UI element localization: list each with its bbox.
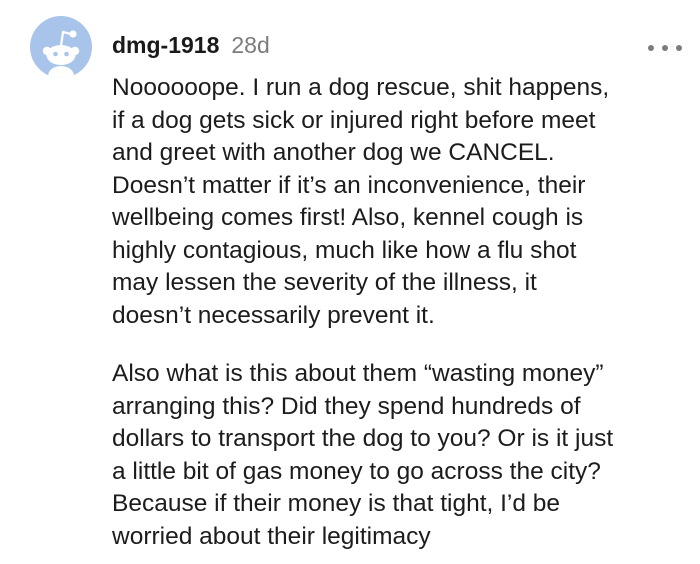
comment-line: Doesn’t matter if it’s an inconvenience,… bbox=[112, 171, 586, 199]
more-options-icon-dot bbox=[662, 45, 668, 51]
more-options-icon-dot bbox=[676, 45, 682, 51]
comment-body: Noooooope. I run a dog rescue, shit happ… bbox=[112, 72, 687, 553]
comment-header: dmg-1918 28d bbox=[112, 32, 270, 62]
comment-line: highly contagious, much like how a flu s… bbox=[112, 236, 577, 264]
comment-line: doesn’t necessarily prevent it. bbox=[112, 301, 435, 329]
reddit-snoo-icon bbox=[42, 30, 80, 78]
comment-line: wellbeing comes first! Also, kennel coug… bbox=[112, 204, 584, 231]
comment-line: Because if their money is that tight, I’… bbox=[112, 490, 561, 517]
more-options-button[interactable] bbox=[648, 38, 682, 58]
comment-line: may lessen the severity of the illness, … bbox=[112, 269, 537, 296]
username[interactable]: dmg-1918 bbox=[112, 32, 219, 59]
comment: dmg-1918 28d Noooooope. I run a dog resc… bbox=[0, 0, 700, 564]
timestamp: 28d bbox=[231, 32, 270, 58]
comment-line: Noooooope. I run a dog rescue, shit happ… bbox=[112, 74, 610, 101]
comment-line: arranging this? Did they spend hundreds … bbox=[112, 392, 581, 420]
avatar[interactable] bbox=[30, 16, 92, 78]
comment-line: Also what is this about them “wasting mo… bbox=[112, 360, 604, 387]
comment-line: worried about their legitimacy bbox=[112, 522, 431, 550]
comment-line: dollars to transport the dog to you? Or … bbox=[112, 425, 614, 452]
comment-line: a little bit of gas money to go across t… bbox=[112, 457, 601, 485]
comment-paragraph: Noooooope. I run a dog rescue, shit happ… bbox=[112, 72, 687, 332]
more-options-icon-dot bbox=[648, 45, 654, 51]
comment-line: if a dog gets sick or injured right befo… bbox=[112, 106, 596, 134]
comment-line: and greet with another dog we CANCEL. bbox=[112, 139, 555, 166]
comment-paragraph: Also what is this about them “wasting mo… bbox=[112, 358, 687, 553]
